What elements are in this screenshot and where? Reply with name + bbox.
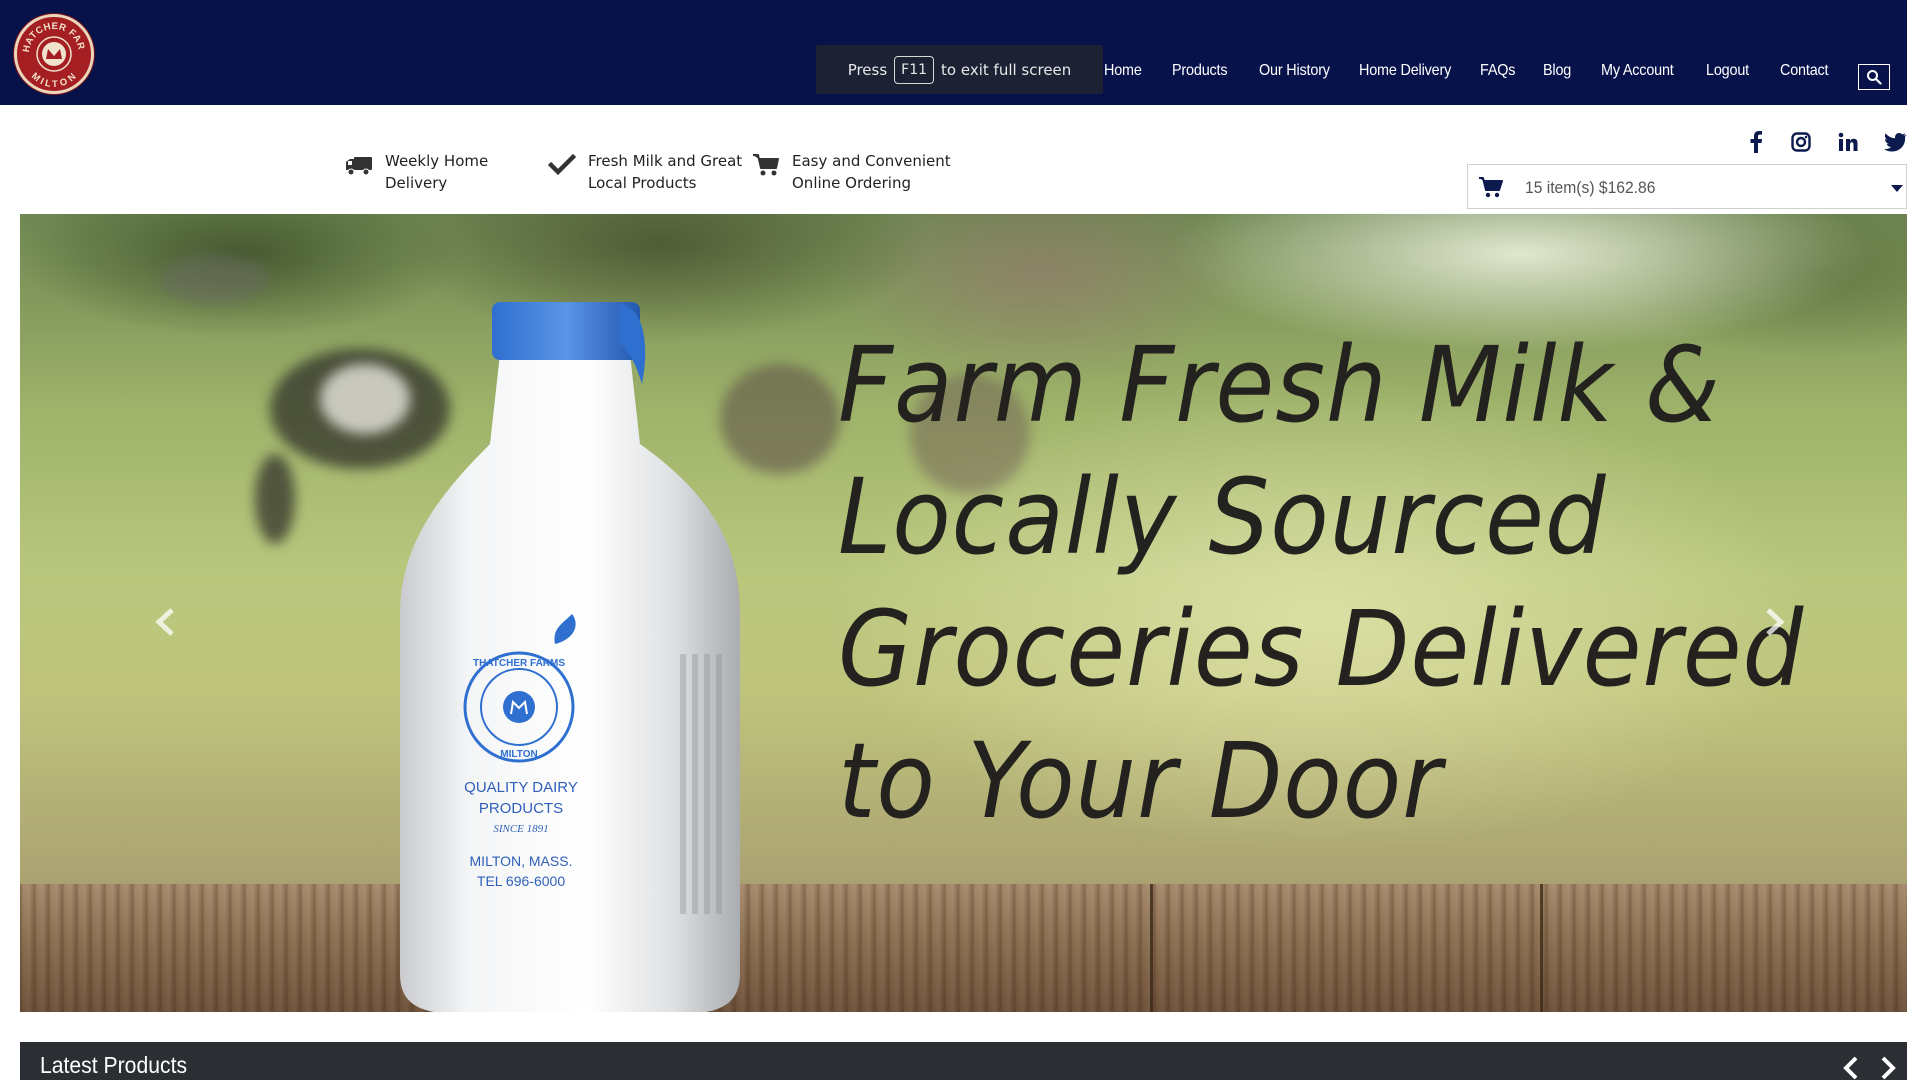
hero-headline-line3: Groceries Delivered [838, 588, 1805, 710]
hero-headline: Farm Fresh Milk & Locally Sourced Grocer… [838, 319, 1878, 847]
feature-online-ordering-line2: Online Ordering [792, 174, 911, 192]
chevron-left-icon [155, 608, 174, 636]
hero-headline-line2: Locally Sourced [838, 456, 1607, 578]
latest-products-bar: Latest Products [20, 1042, 1907, 1080]
latest-next-arrow-icon[interactable] [1877, 1056, 1899, 1080]
hero-carousel: THATCHER FARMS MILTON QUALITY DAIRY PROD… [20, 214, 1907, 1012]
carousel-prev-button[interactable] [150, 600, 180, 644]
bottle-city: MILTON, MASS. [470, 853, 573, 869]
feature-fresh-milk-line2: Local Products [588, 174, 697, 192]
feature-weekly-delivery-line1: Weekly Home [385, 152, 489, 170]
bottle-line2: PRODUCTS [479, 800, 563, 817]
site-header: THATCHER FARM MILTON Press F11 to exit f… [0, 0, 1907, 105]
check-icon [548, 153, 576, 176]
carousel-next-button[interactable] [1760, 600, 1790, 644]
bottle-brand-top: THATCHER FARMS [473, 658, 565, 669]
linkedin-link[interactable] [1836, 130, 1860, 154]
nav-our-history[interactable]: Our History [1259, 62, 1330, 80]
instagram-link[interactable] [1789, 130, 1813, 154]
bottle-brand-bottom: MILTON [500, 749, 537, 760]
chevron-down-icon [1891, 185, 1903, 192]
twitter-link[interactable] [1883, 130, 1907, 154]
nav-logout[interactable]: Logout [1706, 62, 1749, 80]
instagram-icon [1791, 132, 1811, 152]
twitter-icon [1884, 132, 1907, 152]
nav-home[interactable]: Home [1104, 62, 1142, 80]
feature-weekly-delivery-line2: Delivery [385, 174, 448, 192]
bottle-tel: TEL 696-6000 [477, 873, 565, 889]
nav-my-account[interactable]: My Account [1601, 62, 1674, 80]
latest-products-title: Latest Products [40, 1052, 188, 1078]
nav-blog[interactable]: Blog [1543, 62, 1571, 80]
hero-headline-line4: to Your Door [838, 720, 1443, 842]
cart-dropdown[interactable]: 15 item(s) $162.86 [1467, 164, 1907, 209]
feature-online-ordering: Easy and Convenient Online Ordering [752, 150, 951, 194]
latest-prev-arrow-icon[interactable] [1840, 1056, 1862, 1080]
nav-products[interactable]: Products [1172, 62, 1228, 80]
nav-faqs[interactable]: FAQs [1480, 62, 1515, 80]
facebook-link[interactable] [1744, 130, 1768, 154]
nav-home-delivery[interactable]: Home Delivery [1359, 62, 1451, 80]
feature-online-ordering-line1: Easy and Convenient [792, 152, 951, 170]
main-nav: Home Products Our History Home Delivery … [0, 62, 1907, 88]
truck-icon [346, 157, 372, 176]
linkedin-icon [1838, 132, 1858, 151]
bottle-since: SINCE 1891 [493, 823, 548, 835]
chevron-right-icon [1766, 608, 1785, 636]
background-cow-far [160, 254, 270, 304]
feature-fresh-milk-line1: Fresh Milk and Great [588, 152, 743, 170]
shopping-cart-icon [1479, 177, 1503, 198]
facebook-icon [1750, 131, 1762, 153]
cart-summary: 15 item(s) $162.86 [1525, 178, 1656, 197]
background-cow-head [255, 454, 295, 544]
wood-table [20, 884, 1907, 1012]
milk-bottle-image: THATCHER FARMS MILTON QUALITY DAIRY PROD… [400, 302, 740, 1012]
search-button[interactable] [1858, 64, 1890, 90]
hero-headline-line1: Farm Fresh Milk & [838, 324, 1721, 446]
bottle-line1: QUALITY DAIRY [464, 779, 578, 796]
feature-fresh-milk: Fresh Milk and Great Local Products [548, 150, 742, 194]
cart-icon [753, 154, 779, 176]
feature-weekly-delivery: Weekly Home Delivery [345, 150, 488, 194]
nav-contact[interactable]: Contact [1780, 62, 1829, 80]
search-icon [1867, 70, 1882, 85]
